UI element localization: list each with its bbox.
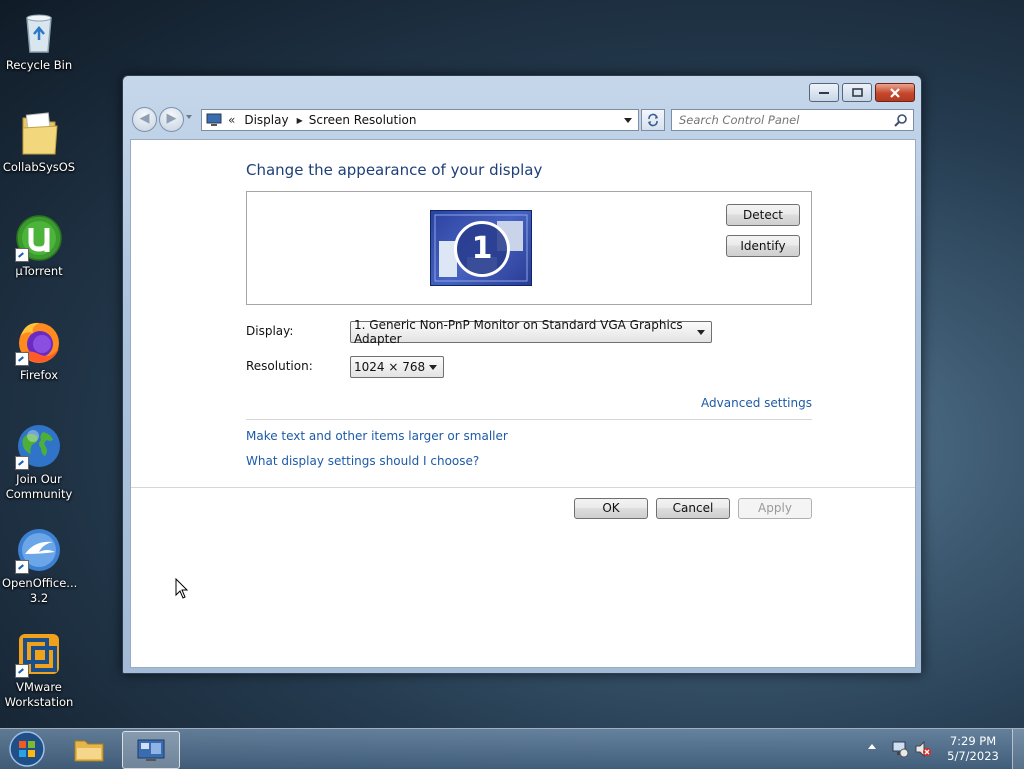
windows-start-orb-icon	[9, 731, 45, 767]
firefox-icon	[15, 318, 63, 366]
display-dropdown[interactable]: 1. Generic Non-PnP Monitor on Standard V…	[350, 318, 712, 346]
display-label: Display:	[246, 324, 294, 338]
advanced-settings-link[interactable]: Advanced settings	[701, 396, 812, 410]
recycle-bin-icon	[15, 8, 63, 56]
close-icon	[890, 87, 900, 98]
resolution-label: Resolution:	[246, 359, 313, 373]
minimize-button[interactable]	[809, 83, 839, 102]
resolution-dropdown-value: 1024 × 768	[354, 360, 426, 374]
clock-time: 7:29 PM	[949, 734, 997, 748]
search-box[interactable]	[671, 109, 914, 131]
desktop-icon-vmware[interactable]: VMware Workstation	[2, 630, 76, 710]
desktop-icon-collabsysos[interactable]: CollabSysOS	[2, 110, 76, 175]
button-bar-divider	[131, 487, 915, 488]
desktop-icon-label: Recycle Bin	[5, 58, 73, 72]
refresh-button[interactable]	[641, 109, 665, 131]
volume-muted-icon[interactable]	[914, 740, 932, 758]
refresh-icon	[648, 113, 658, 127]
screen-resolution-window: ◀ ▶ « Display ▶ Screen Resolution Search…	[122, 75, 922, 674]
shortcut-arrow-icon	[15, 352, 29, 366]
desktop-icon-label: CollabSysOS	[2, 160, 76, 174]
detect-button[interactable]: Detect	[726, 204, 800, 226]
desktop-icon-join-our-community[interactable]: Join Our Community	[2, 422, 76, 502]
chevron-down-icon	[697, 329, 705, 335]
desktop-icon-recycle-bin[interactable]: Recycle Bin	[2, 8, 76, 73]
breadcrumb-screen-resolution[interactable]: Screen Resolution	[309, 113, 417, 127]
mouse-cursor-icon	[175, 578, 189, 599]
desktop-icon-firefox[interactable]: Firefox	[2, 318, 76, 383]
address-bar[interactable]: « Display ▶ Screen Resolution	[201, 109, 639, 131]
taskbar: 7:29 PM 5/7/2023	[0, 728, 1024, 769]
divider	[246, 419, 812, 420]
display-help-link[interactable]: What display settings should I choose?	[246, 454, 479, 468]
minimize-icon	[819, 91, 829, 94]
display-dropdown-value: 1. Generic Non-PnP Monitor on Standard V…	[354, 318, 683, 346]
shortcut-arrow-icon	[15, 456, 29, 470]
text-size-link[interactable]: Make text and other items larger or smal…	[246, 429, 508, 443]
display-settings-icon	[137, 739, 165, 761]
start-button[interactable]	[4, 729, 50, 769]
taskbar-explorer[interactable]	[62, 731, 116, 767]
globe-icon	[15, 422, 63, 470]
chevron-down-icon	[429, 364, 437, 370]
ok-button[interactable]: OK	[574, 498, 648, 519]
clock[interactable]: 7:29 PM 5/7/2023	[940, 734, 1006, 764]
window-controls	[809, 83, 915, 102]
shortcut-arrow-icon	[15, 560, 29, 574]
shortcut-arrow-icon	[15, 248, 29, 262]
breadcrumb-display[interactable]: Display	[244, 113, 288, 127]
clock-date: 5/7/2023	[947, 749, 999, 763]
cancel-button[interactable]: Cancel	[656, 498, 730, 519]
shortcut-arrow-icon	[15, 664, 29, 678]
search-input[interactable]	[672, 112, 894, 128]
recent-pages-dropdown[interactable]	[186, 115, 192, 119]
folder-icon	[74, 740, 104, 762]
back-arrow-icon: ◀	[139, 111, 150, 126]
desktop-icon-label: Firefox	[19, 368, 59, 382]
desktop-icon-label: Join Our Community	[5, 472, 73, 501]
navigation-bar: ◀ ▶ « Display ▶ Screen Resolution	[123, 104, 921, 134]
show-desktop-button[interactable]	[1012, 729, 1024, 769]
desktop-icon-utorrent[interactable]: µTorrent	[2, 214, 76, 279]
restore-button[interactable]	[842, 83, 872, 102]
search-icon[interactable]	[894, 113, 908, 127]
folder-icon	[15, 110, 63, 158]
back-button[interactable]: ◀	[132, 107, 157, 132]
breadcrumb-separator-icon[interactable]: ▶	[297, 116, 303, 125]
address-dropdown-icon[interactable]	[624, 117, 632, 123]
control-panel-monitor-icon	[206, 113, 222, 126]
desktop-icon-label: OpenOffice... 3.2	[2, 576, 78, 605]
desktop-icon-openoffice[interactable]: OpenOffice... 3.2	[2, 526, 78, 606]
desktop-icon-label: VMware Workstation	[4, 680, 74, 709]
identify-button[interactable]: Identify	[726, 235, 800, 257]
desktop-icon-label: µTorrent	[15, 264, 63, 278]
resolution-dropdown[interactable]: 1024 × 768	[350, 356, 444, 378]
breadcrumb-overflow[interactable]: «	[228, 113, 235, 127]
monitor-number-badge: 1	[454, 221, 510, 277]
taskbar-control-panel[interactable]	[122, 731, 180, 769]
forward-arrow-icon: ▶	[166, 111, 177, 126]
content-area: Change the appearance of your display 1 …	[130, 139, 916, 668]
monitor-arrangement-panel: 1 Detect Identify	[246, 191, 812, 305]
forward-button[interactable]: ▶	[159, 107, 184, 132]
page-title: Change the appearance of your display	[246, 161, 543, 179]
vmware-icon	[15, 630, 63, 678]
openoffice-icon	[15, 526, 63, 574]
utorrent-icon	[15, 214, 63, 262]
monitor-1-preview[interactable]: 1	[430, 210, 532, 286]
restore-icon	[851, 88, 863, 97]
close-button[interactable]	[875, 83, 915, 102]
apply-button[interactable]: Apply	[738, 498, 812, 519]
network-icon[interactable]	[891, 740, 909, 758]
show-hidden-icons-button[interactable]	[868, 744, 876, 749]
